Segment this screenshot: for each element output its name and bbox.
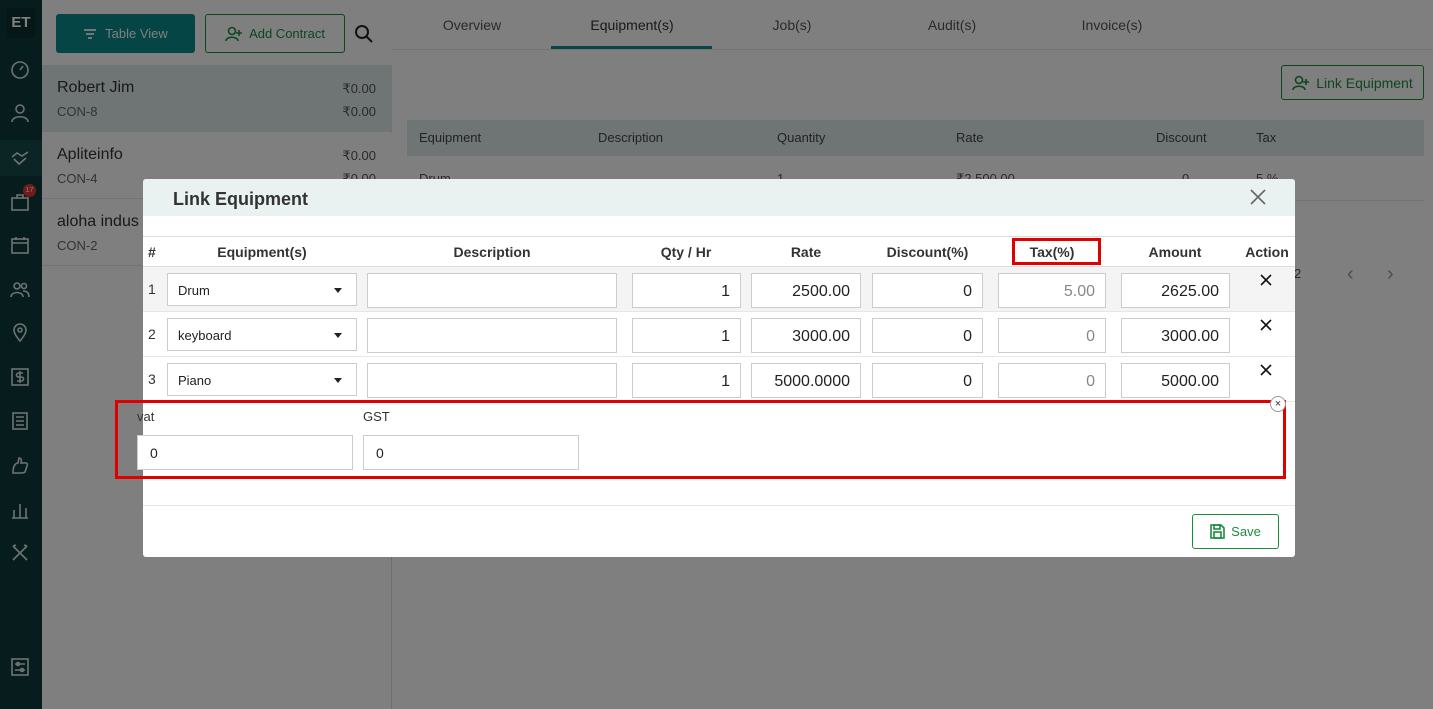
close-tax-panel-icon[interactable]: × <box>1270 396 1286 412</box>
amount-input[interactable]: 3000.00 <box>1121 318 1230 353</box>
tax-input[interactable]: 0 <box>998 363 1106 398</box>
save-label: Save <box>1231 524 1261 539</box>
modal-header: Link Equipment <box>143 179 1295 216</box>
column-header: # <box>148 244 156 260</box>
column-header: Amount <box>1148 244 1202 260</box>
rate-input[interactable]: 2500.00 <box>751 273 861 308</box>
save-button[interactable]: Save <box>1192 514 1279 549</box>
column-header: Description <box>453 244 531 260</box>
caret-down-icon <box>334 288 342 293</box>
column-header: Action <box>1245 244 1289 260</box>
column-header: Discount(%) <box>886 244 969 260</box>
column-header: Equipment(s) <box>217 244 307 260</box>
tax-column-highlight <box>1012 238 1101 265</box>
equipment-select-value: Piano <box>178 373 212 388</box>
discount-input[interactable]: 0 <box>872 273 983 308</box>
modal-footer-divider <box>143 505 1295 506</box>
amount-input[interactable]: 2625.00 <box>1121 273 1230 308</box>
qty-input[interactable]: 1 <box>632 318 741 353</box>
vat-input[interactable]: 0 <box>137 435 353 470</box>
description-input[interactable] <box>367 273 617 308</box>
equipment-select-value: Drum <box>178 283 210 298</box>
row-index: 1 <box>148 281 156 297</box>
rate-input[interactable]: 5000.0000 <box>751 363 861 398</box>
table-row: 1 Drum 1 2500.00 0 5.00 2625.00 <box>143 267 1295 312</box>
gst-label: GST <box>363 409 390 424</box>
vat-label: vat <box>137 409 155 424</box>
rate-input[interactable]: 3000.00 <box>751 318 861 353</box>
row-index: 2 <box>148 326 156 342</box>
description-input[interactable] <box>367 363 617 398</box>
qty-input[interactable]: 1 <box>632 363 741 398</box>
discount-input[interactable]: 0 <box>872 318 983 353</box>
remove-row-icon[interactable] <box>1259 273 1275 289</box>
caret-down-icon <box>334 378 342 383</box>
caret-down-icon <box>334 333 342 338</box>
close-icon[interactable] <box>1248 187 1268 207</box>
modal-table-header: # Equipment(s) Description Qty / Hr Rate… <box>143 236 1295 267</box>
table-row: 2 keyboard 1 3000.00 0 0 3000.00 <box>143 312 1295 357</box>
link-equipment-modal: Link Equipment # Equipment(s) Descriptio… <box>143 179 1295 557</box>
amount-input[interactable]: 5000.00 <box>1121 363 1230 398</box>
equipment-select-value: keyboard <box>178 328 232 343</box>
gst-input[interactable]: 0 <box>363 435 579 470</box>
remove-row-icon[interactable] <box>1259 363 1275 379</box>
qty-input[interactable]: 1 <box>632 273 741 308</box>
description-input[interactable] <box>367 318 617 353</box>
discount-input[interactable]: 0 <box>872 363 983 398</box>
tax-input[interactable]: 5.00 <box>998 273 1106 308</box>
equipment-select[interactable]: Piano <box>167 363 357 396</box>
table-row: 3 Piano 1 5000.0000 0 0 5000.00 <box>143 357 1295 402</box>
column-header: Qty / Hr <box>660 244 712 260</box>
remove-row-icon[interactable] <box>1259 318 1275 334</box>
floppy-disk-icon <box>1210 524 1225 539</box>
row-index: 3 <box>148 371 156 387</box>
modal-title: Link Equipment <box>173 189 308 209</box>
equipment-select[interactable]: keyboard <box>167 318 357 351</box>
tax-input[interactable]: 0 <box>998 318 1106 353</box>
equipment-select[interactable]: Drum <box>167 273 357 306</box>
column-header: Rate <box>790 244 822 260</box>
